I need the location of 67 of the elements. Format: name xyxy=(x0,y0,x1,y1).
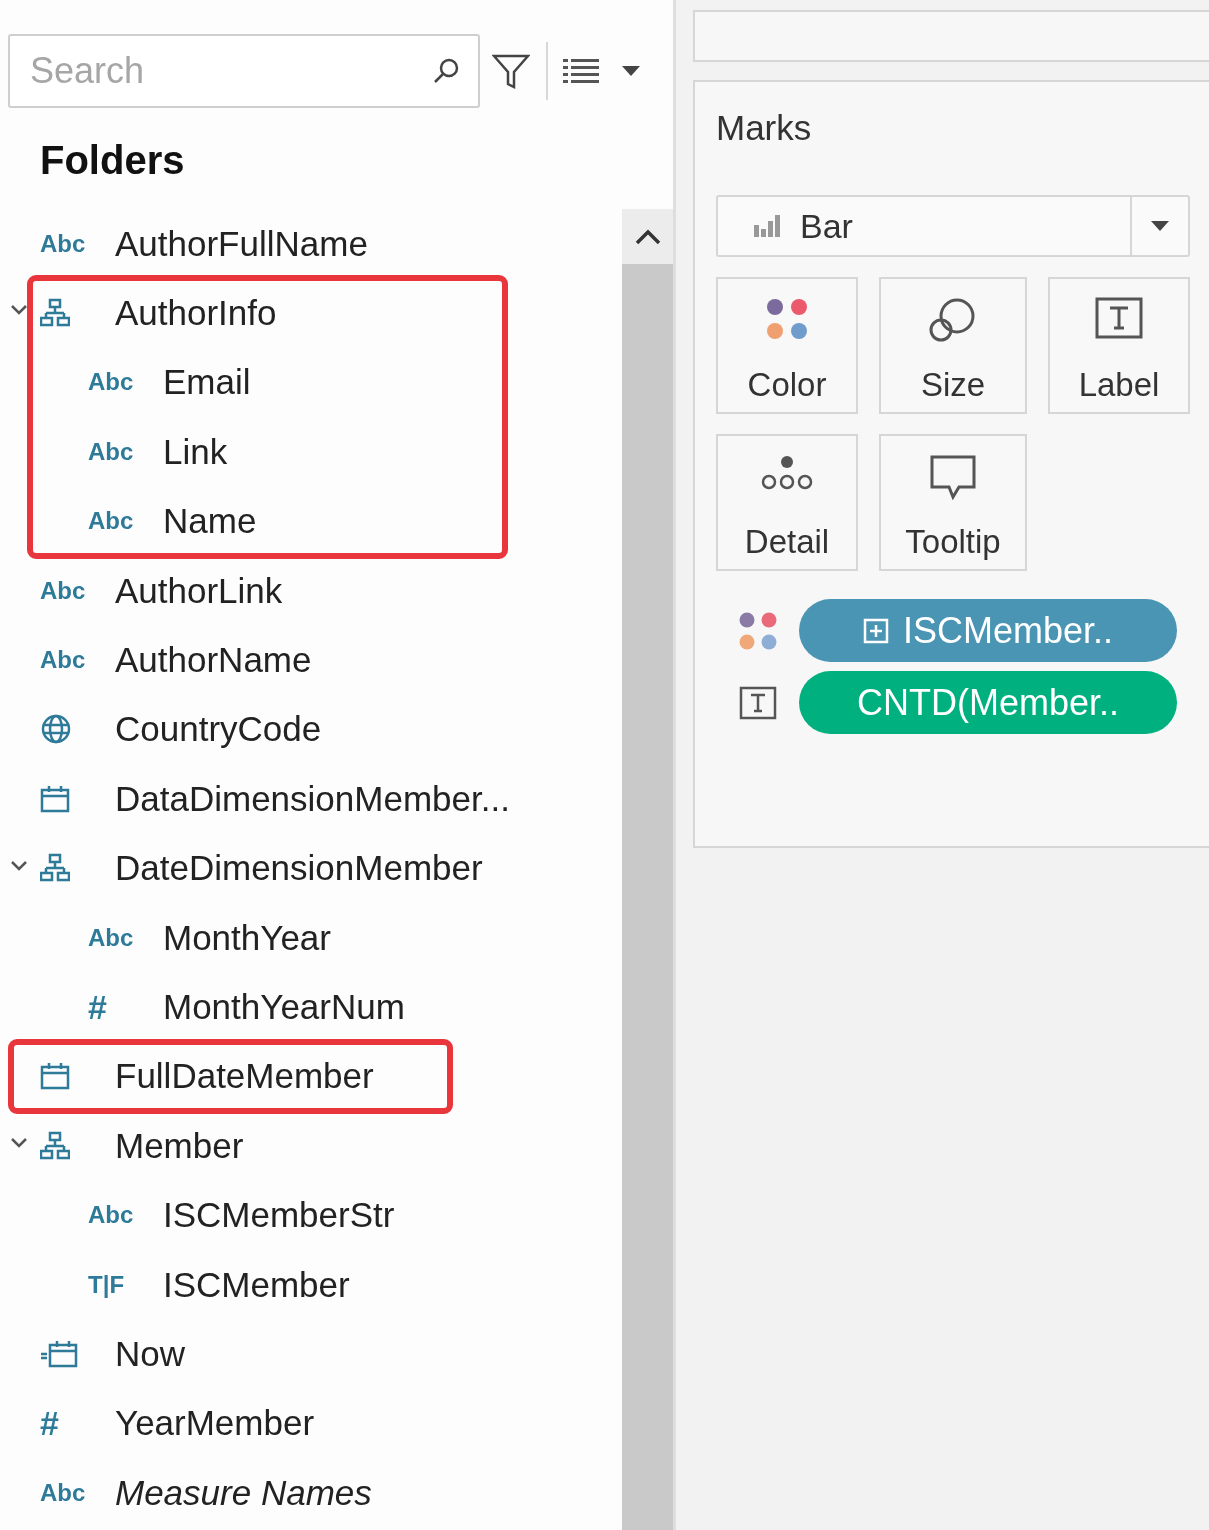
field-name[interactable]: MonthYearNum xyxy=(163,987,405,1027)
field-name[interactable]: Link xyxy=(163,431,228,472)
filter-icon xyxy=(492,53,530,89)
calculated-calendar-icon xyxy=(40,1339,80,1368)
search-field[interactable]: Search xyxy=(8,34,480,108)
marks-title: Marks xyxy=(716,108,813,149)
string-type-icon: Abc xyxy=(88,1203,134,1228)
string-type-icon: Abc xyxy=(40,648,86,673)
size-circles-icon xyxy=(929,297,977,343)
field-name[interactable]: Member xyxy=(115,1125,244,1166)
field-name[interactable]: ISCMember xyxy=(163,1264,350,1305)
folders-heading: Folders xyxy=(40,137,186,184)
number-type-icon: # xyxy=(88,990,107,1024)
chevron-up-icon xyxy=(634,228,661,245)
list-view-button[interactable] xyxy=(563,57,599,85)
color-dots-icon xyxy=(765,297,809,341)
string-type-icon: Abc xyxy=(88,439,134,464)
mark-type-value: Bar xyxy=(800,206,854,246)
string-type-icon: Abc xyxy=(88,370,134,395)
globe-icon xyxy=(40,713,72,746)
field-name[interactable]: AuthorFullName xyxy=(115,223,368,264)
dropdown-caret-icon[interactable] xyxy=(621,65,641,77)
field-name[interactable]: CountryCode xyxy=(115,709,322,750)
speech-bubble-icon xyxy=(929,454,977,500)
label-shelf-button[interactable]: Label xyxy=(1048,277,1190,414)
field-name[interactable]: DateDimensionMember xyxy=(115,848,483,889)
collapse-chevron-icon[interactable] xyxy=(10,304,28,317)
field-name[interactable]: Now xyxy=(115,1333,186,1374)
collapse-chevron-icon[interactable] xyxy=(10,859,28,872)
field-name[interactable]: DataDimensionMember... xyxy=(115,778,510,819)
text-label-icon xyxy=(1095,297,1143,339)
tooltip-shelf-button[interactable]: Tooltip xyxy=(879,434,1027,571)
mark-type-dropdown[interactable]: Bar xyxy=(716,195,1190,257)
filter-button[interactable] xyxy=(492,53,530,89)
calendar-icon xyxy=(40,784,70,813)
field-name[interactable]: AuthorLink xyxy=(115,570,283,611)
list-icon xyxy=(563,57,599,85)
string-type-icon: Abc xyxy=(40,231,86,256)
field-name[interactable]: Name xyxy=(163,501,257,542)
field-name[interactable]: Email xyxy=(163,362,251,403)
string-type-icon: Abc xyxy=(40,1480,86,1505)
size-shelf-button[interactable]: Size xyxy=(879,277,1027,414)
collapse-chevron-icon[interactable] xyxy=(10,1137,28,1150)
detail-shelf-button[interactable]: Detail xyxy=(716,434,858,571)
field-name[interactable]: MonthYear xyxy=(163,917,331,958)
field-name[interactable]: FullDateMember xyxy=(115,1056,374,1097)
field-name[interactable]: YearMember xyxy=(115,1403,315,1444)
field-name[interactable]: ISCMemberStr xyxy=(163,1195,395,1236)
hierarchy-icon xyxy=(40,298,70,329)
field-name[interactable]: AuthorName xyxy=(115,640,312,681)
text-label-icon xyxy=(738,685,777,720)
color-dots-icon xyxy=(737,610,778,651)
calendar-icon xyxy=(40,1062,70,1091)
string-type-icon: Abc xyxy=(88,925,134,950)
bar-chart-icon xyxy=(754,215,780,237)
string-type-icon: Abc xyxy=(88,509,134,534)
expand-plus-icon[interactable] xyxy=(862,617,889,644)
search-icon xyxy=(432,57,460,85)
number-type-icon: # xyxy=(40,1406,59,1441)
scroll-up-button[interactable] xyxy=(622,209,673,264)
field-name[interactable]: AuthorInfo xyxy=(115,293,277,334)
string-type-icon: Abc xyxy=(40,578,86,603)
color-shelf-button[interactable]: Color xyxy=(716,277,858,414)
field-name[interactable]: Measure Names xyxy=(115,1472,372,1513)
hierarchy-icon xyxy=(40,1130,70,1161)
boolean-type-icon: T|F xyxy=(88,1272,125,1297)
hierarchy-icon xyxy=(40,853,70,884)
